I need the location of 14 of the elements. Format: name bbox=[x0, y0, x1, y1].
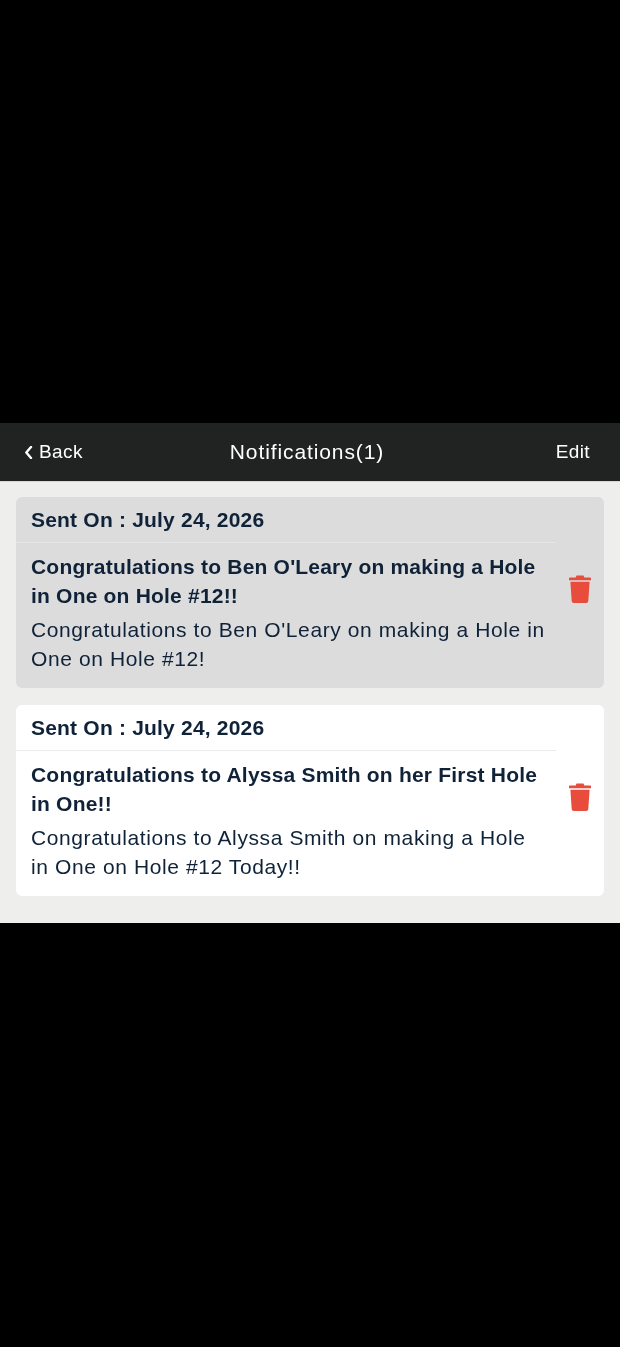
trash-icon[interactable] bbox=[569, 575, 591, 603]
notification-title: Congratulations to Alyssa Smith on her First Hole in One!! bbox=[30, 762, 539, 817]
notification-message: Congratulations to Alyssa Smith on making a Hole in One on Hole #12 Today!! bbox=[30, 825, 527, 880]
sent-date: Sent On : July 24, 2026 bbox=[31, 715, 265, 740]
notification-title: Congratulations to Ben O'Leary on making a Hole in One on Hole #12!! bbox=[30, 554, 537, 609]
back-button[interactable]: Back bbox=[24, 441, 83, 463]
edit-button[interactable]: Edit bbox=[555, 441, 590, 463]
notification-card[interactable]: Sent On : July 24, 2026 Congratulations to Ben O'Leary on making a Hole in One on Hole #12!! Congratulations to Ben O'Leary on making a Hole in One on Hole #12! bbox=[16, 497, 604, 688]
chevron-left-icon bbox=[24, 445, 33, 459]
trash-icon[interactable] bbox=[569, 783, 591, 811]
sent-date: Sent On : July 24, 2026 bbox=[31, 507, 265, 532]
notification-message: Congratulations to Ben O'Leary on making a Hole in One on Hole #12! bbox=[30, 617, 546, 672]
page-title: Notifications(1) bbox=[229, 440, 385, 464]
notification-card[interactable]: Sent On : July 24, 2026 Congratulations to Alyssa Smith on her First Hole in One!! Congratulations to Alyssa Smith on making a Hole in One on Hole #12 Today!! bbox=[16, 705, 604, 896]
